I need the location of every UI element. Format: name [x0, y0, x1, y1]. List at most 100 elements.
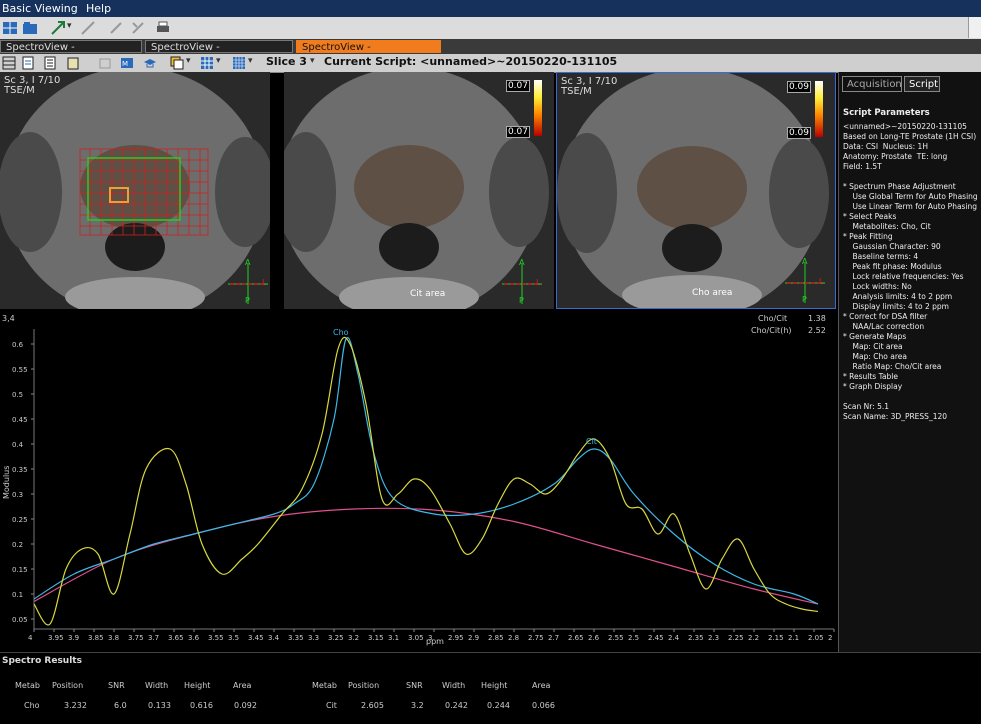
print-icon[interactable] — [155, 20, 171, 36]
x-tick-label: 3.2 — [348, 634, 359, 642]
y-tick-label: 0.25 — [12, 516, 28, 524]
script-line: Analysis limits: 4 to 2 ppm — [843, 292, 953, 301]
x-tick-label: 2.35 — [688, 634, 704, 642]
arrow-tool-icon[interactable] — [50, 20, 66, 36]
cho-width: 0.133 — [148, 701, 171, 710]
roi-tool-icon[interactable] — [130, 20, 146, 36]
hat-icon[interactable] — [143, 56, 157, 70]
script-line — [843, 392, 979, 402]
header-area-1: Area — [233, 681, 252, 690]
header-width-1: Width — [145, 681, 169, 690]
x-tick-label: 2.75 — [528, 634, 544, 642]
ratio2-value: 2.52 — [808, 326, 826, 335]
x-tick-label: 2.15 — [768, 634, 784, 642]
x-tick-label: 4 — [28, 634, 33, 642]
toolbar-overflow — [968, 17, 981, 38]
x-tick-label: 2.7 — [548, 634, 559, 642]
map-overlay-icon[interactable]: M — [120, 56, 134, 70]
script-line: <unnamed>~20150220-131105 — [843, 122, 967, 131]
script-line: Based on Long-TE Prostate (1H CSI) — [843, 132, 977, 141]
pen-tool-icon[interactable] — [108, 20, 124, 36]
cit-area: 0.066 — [532, 701, 555, 710]
map-label: Cho area — [692, 288, 733, 298]
layout-icon[interactable] — [2, 20, 18, 36]
mri-image — [557, 73, 835, 308]
tab-spectroview-3[interactable]: SpectroView - 3D_PRESS_120 — [296, 40, 441, 66]
script-line: Scan Nr: 5.1 — [843, 402, 890, 411]
edit-list-icon[interactable] — [22, 56, 36, 70]
x-tick-label: 3.45 — [248, 634, 264, 642]
x-tick-label: 3.05 — [408, 634, 424, 642]
x-tick-label: 2.8 — [508, 634, 519, 642]
tab-spectroview-1[interactable]: SpectroView - 3D_PRESS_120 — [0, 40, 142, 66]
orientation-p: P — [519, 296, 524, 305]
header-area-2: Area — [532, 681, 551, 690]
x-tick-label: 2 — [828, 634, 832, 642]
ratio1-label: Cho/Cit — [758, 314, 787, 323]
script-line: * Select Peaks — [843, 212, 897, 221]
results-title: Spectro Results — [2, 656, 82, 666]
mri-image — [0, 72, 270, 309]
viewport-anatomy[interactable]: Sc 3, I 7/10 TSE/M A L P — [0, 72, 270, 309]
script-line: Lock widths: No — [843, 282, 912, 291]
slice-selector[interactable]: Slice 3 — [266, 55, 307, 68]
viewport-sequence-label: TSE/M — [4, 85, 35, 96]
folder-icon[interactable] — [22, 20, 38, 36]
dropdown-arrow-icon[interactable]: ▾ — [67, 21, 72, 31]
tab-script[interactable]: Script — [904, 76, 940, 92]
spectrum-graph[interactable]: 3,4 Cho/Cit 1.38 Cho/Cit(h) 2.52 Modulus… — [0, 311, 836, 647]
script-line: Scan Name: 3D_PRESS_120 — [843, 412, 948, 421]
color-scale-max: 0.09 — [786, 81, 811, 93]
layout-grid-icon[interactable] — [2, 56, 16, 70]
cit-snr: 3.2 — [411, 701, 424, 710]
tab-acquisition[interactable]: Acquisition — [842, 76, 902, 92]
x-tick-label: 3.5 — [228, 634, 239, 642]
grid-dropdown-icon[interactable]: ▾ — [216, 56, 221, 66]
notes-icon[interactable] — [44, 56, 58, 70]
fit-line — [33, 336, 819, 605]
tab-spectroview-2[interactable]: SpectroView - 3D_PRESS_120 — [145, 40, 293, 66]
header-snr-2: SNR — [406, 681, 423, 690]
x-tick-label: 3 — [428, 634, 432, 642]
x-tick-label: 2.5 — [628, 634, 639, 642]
view-toolbar: M ▾ ▾ ▾ Slice 3 ▾ Current Script: <unnam… — [0, 54, 981, 73]
stack-icon[interactable] — [170, 56, 184, 70]
script-line: * Spectrum Phase Adjustment — [843, 182, 956, 191]
cit-height: 0.244 — [487, 701, 510, 710]
color-scale-bar — [534, 80, 542, 136]
x-tick-label: 2.6 — [588, 634, 600, 642]
x-tick-label: 2.55 — [608, 634, 624, 642]
menu-help[interactable]: Help — [86, 2, 111, 15]
viewport-sequence-label: TSE/M — [561, 86, 592, 97]
script-line — [843, 172, 979, 182]
x-tick-label: 2.9 — [468, 634, 479, 642]
x-tick-label: 2.65 — [568, 634, 584, 642]
menu-basic-viewing[interactable]: Basic Viewing — [2, 2, 78, 15]
grid-icon[interactable] — [200, 56, 214, 70]
current-script-label: Current Script: <unnamed>~20150220-13110… — [324, 55, 618, 68]
header-position-1: Position — [52, 681, 84, 690]
voxel-dropdown-icon[interactable]: ▾ — [248, 56, 253, 66]
orientation-p: P — [802, 295, 807, 304]
raw-spectrum-line — [33, 336, 819, 626]
viewport-cit-map[interactable]: 0.07 0.07 Cit area A L P — [284, 72, 554, 309]
script-line: Display limits: 4 to 2 ppm — [843, 302, 949, 311]
header-metab-2: Metab — [312, 681, 337, 690]
ratio2-label: Cho/Cit(h) — [751, 326, 792, 335]
script-line: NAA/Lac correction — [843, 322, 925, 331]
script-title: Script Parameters — [843, 108, 930, 118]
clipboard-icon[interactable] — [66, 56, 80, 70]
measure-tool-icon[interactable] — [80, 20, 96, 36]
voxel-grid-icon[interactable] — [232, 56, 246, 70]
script-line: * Correct for DSA filter — [843, 312, 928, 321]
graph-corner-label: 3,4 — [2, 314, 15, 323]
script-line: Baseline terms: 4 — [843, 252, 919, 261]
script-line: Map: Cit area — [843, 342, 903, 351]
slice-dropdown-icon[interactable]: ▾ — [310, 56, 315, 66]
spectrum-chart: 3,4 Cho/Cit 1.38 Cho/Cit(h) 2.52 Modulus… — [2, 314, 835, 646]
y-tick-label: 0.55 — [12, 366, 28, 374]
cit-width: 0.242 — [445, 701, 468, 710]
y-tick-label: 0.6 — [12, 341, 24, 349]
viewport-cho-map[interactable]: Sc 3, I 7/10 TSE/M 0.09 0.09 Cho area A … — [556, 72, 836, 309]
stack-dropdown-icon[interactable]: ▾ — [186, 56, 191, 66]
